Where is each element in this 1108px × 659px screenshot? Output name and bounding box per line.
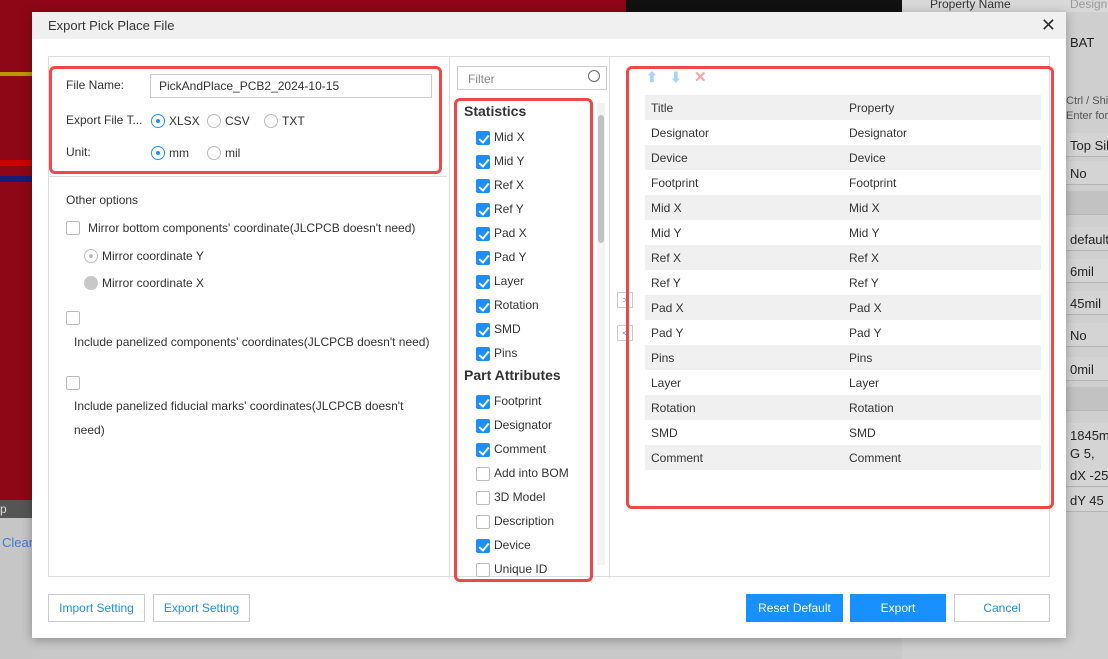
clear-link[interactable]: Clear: [2, 535, 33, 550]
cell-title: Pad X: [651, 301, 684, 315]
search-icon: [588, 70, 600, 82]
delete-icon[interactable]: ✕: [694, 68, 707, 86]
table-row[interactable]: Footprint Footprint: [645, 170, 1041, 195]
property-cell: No: [1066, 161, 1108, 185]
property-cell: default: [1066, 227, 1108, 251]
other-options-title: Other options: [66, 193, 139, 207]
cell-title: Rotation: [651, 401, 696, 415]
cell-title: Pad Y: [651, 326, 684, 340]
move-down-icon[interactable]: ⬇: [670, 69, 682, 86]
reset-default-button[interactable]: Reset Default: [746, 594, 843, 622]
dialog-content: File Name: Export File T... XLSX CSV TXT…: [48, 56, 1054, 582]
table-row[interactable]: Ref Y Ref Y: [645, 270, 1041, 295]
cell-title: Pins: [651, 351, 675, 365]
property-cell: 6mil: [1066, 259, 1108, 283]
property-cell: 45mil: [1066, 291, 1108, 315]
cell-title: Ref X: [651, 251, 682, 265]
property-name-header: Property Name: [930, 0, 1011, 11]
table-row[interactable]: Rotation Rotation: [645, 395, 1041, 420]
layer-tool-label: p: [0, 500, 32, 518]
property-cell: 0mil: [1066, 357, 1108, 381]
property-cell: Enter for: [1066, 110, 1108, 126]
cell-title: Footprint: [651, 176, 699, 190]
cell-property: SMD: [849, 426, 876, 440]
move-up-icon[interactable]: ⬆: [646, 69, 658, 86]
close-icon[interactable]: ✕: [1041, 15, 1056, 36]
cell-property: Device: [849, 151, 886, 165]
export-setting-button[interactable]: Export Setting: [153, 594, 250, 622]
pcb-trace: [0, 176, 32, 182]
table-row[interactable]: Device Device: [645, 145, 1041, 170]
export-button[interactable]: Export: [850, 594, 946, 622]
property-cell: [1066, 191, 1108, 215]
file-name-label: File Name:: [66, 78, 125, 92]
table-row[interactable]: Pad X Pad X: [645, 295, 1041, 320]
import-setting-button[interactable]: Import Setting: [48, 594, 145, 622]
table-row[interactable]: Mid Y Mid Y: [645, 220, 1041, 245]
cell-property: Designator: [849, 126, 908, 140]
cell-property: Ref Y: [849, 276, 879, 290]
cell-property: Rotation: [849, 401, 894, 415]
property-cell: Ctrl / Shif: [1066, 95, 1108, 111]
export-file-type-label: Export File T...: [66, 113, 143, 127]
property-cell: BAT: [1066, 30, 1108, 54]
table-row[interactable]: Ref X Ref X: [645, 245, 1041, 270]
divider: [49, 176, 447, 177]
filter-input[interactable]: Filter: [457, 66, 607, 90]
cell-title: Layer: [651, 376, 682, 390]
fields-highlight: [454, 98, 593, 582]
filter-placeholder: Filter: [468, 72, 495, 86]
cell-property: Comment: [849, 451, 902, 465]
file-name-input[interactable]: [150, 74, 432, 98]
table-row[interactable]: Pad Y Pad Y: [645, 320, 1041, 345]
cell-title: Designator: [651, 126, 710, 140]
pcb-trace: [0, 160, 32, 166]
cell-property: Pad Y: [849, 326, 882, 340]
property-cell: Top Sil: [1066, 133, 1108, 157]
cell-title: SMD: [651, 426, 678, 440]
table-row[interactable]: Pins Pins: [645, 345, 1041, 370]
table-row[interactable]: Mid X Mid X: [645, 195, 1041, 220]
cell-property: Pins: [849, 351, 873, 365]
cell-property: Mid Y: [849, 226, 880, 240]
scrollbar[interactable]: [597, 103, 605, 565]
table-header: Title Property: [645, 95, 1041, 120]
left-panel: [0, 500, 32, 659]
dialog-header: Export Pick Place File ✕: [32, 12, 1066, 39]
cell-title: Mid Y: [651, 226, 682, 240]
property-cell: dX -25: [1066, 463, 1108, 487]
cell-title: Comment: [651, 451, 704, 465]
cell-title: Mid X: [651, 201, 682, 215]
property-cell: G 5,: [1066, 441, 1108, 465]
cancel-button[interactable]: Cancel: [954, 594, 1050, 622]
pcb-trace: [0, 72, 32, 76]
cell-property: Mid X: [849, 201, 880, 215]
design-header: Design: [1070, 0, 1108, 11]
cell-property: Pad X: [849, 301, 882, 315]
header-title: Title: [651, 101, 674, 115]
divider: [609, 57, 610, 578]
unit-label: Unit:: [66, 145, 91, 159]
cell-title: Device: [651, 151, 688, 165]
divider: [449, 57, 450, 578]
table-row[interactable]: Comment Comment: [645, 445, 1041, 470]
cell-property: Layer: [849, 376, 880, 390]
dialog-title: Export Pick Place File: [48, 18, 175, 33]
cell-property: Footprint: [849, 176, 897, 190]
table-row[interactable]: Layer Layer: [645, 370, 1041, 395]
cell-property: Ref X: [849, 251, 880, 265]
table-row[interactable]: SMD SMD: [645, 420, 1041, 445]
scrollbar-thumb[interactable]: [598, 115, 604, 243]
property-cell: No: [1066, 323, 1108, 347]
table-row[interactable]: Designator Designator: [645, 120, 1041, 145]
cell-title: Ref Y: [651, 276, 681, 290]
property-cell: [1066, 387, 1108, 411]
header-property: Property: [849, 101, 895, 115]
export-pick-place-dialog: Export Pick Place File ✕ File Name: Expo…: [32, 12, 1066, 638]
property-cell: dY 45: [1066, 488, 1108, 512]
